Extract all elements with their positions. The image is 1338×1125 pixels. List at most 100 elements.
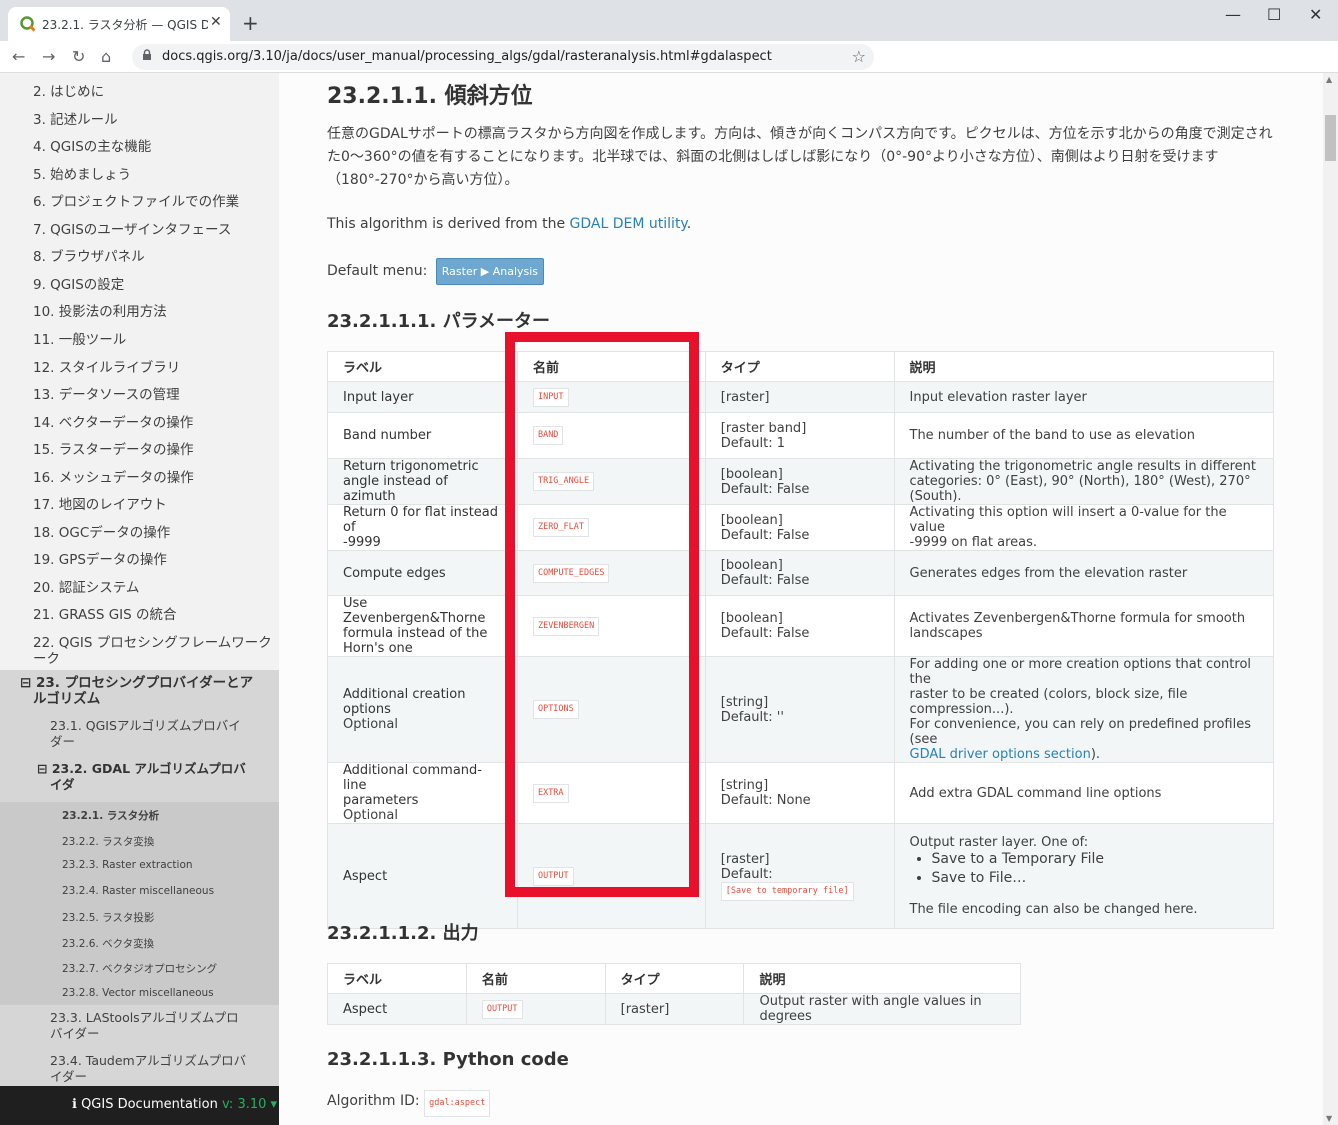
scroll-up-icon[interactable]: ▲ (1326, 75, 1332, 84)
toc-item-23-1-line1[interactable]: 23.1. QGISアルゴリズムプロバイ (50, 718, 241, 734)
toc-item[interactable]: 6. プロジェクトファイルでの作業 (33, 190, 263, 210)
tab-title: 23.2.1. ラスタ分析 — QGIS Docum (42, 18, 208, 32)
toc-item-23-1-line2[interactable]: ダー (50, 734, 75, 750)
toc-item[interactable]: 8. ブラウザパネル (33, 245, 263, 265)
toc-subitem[interactable]: 23.2.8. Vector miscellaneous (62, 987, 214, 999)
toc-subitem[interactable]: 23.2.2. ラスタ変換 (62, 834, 154, 849)
output-options-intro: Output raster layer. One of: (909, 835, 1089, 850)
outputs-table: ラベル 名前 タイプ 説明 Aspect OUTPUT [raster] Output… (327, 963, 1021, 1025)
toc-item-23-2-line2[interactable]: イダ (50, 777, 75, 793)
toc-item[interactable]: 20. 認証システム (33, 576, 263, 596)
output-type: [raster] (604, 993, 745, 1025)
toc-item[interactable]: 5. 始めましょう (33, 163, 263, 183)
toc-item-23-3-line1[interactable]: 23.3. LAStoolsアルゴリズムプロ (50, 1010, 239, 1026)
scrollbar-thumb[interactable] (1325, 115, 1336, 161)
parameter-row: Additional command-line parameters Optiona… (327, 762, 1274, 824)
parameter-type-text: [raster band] (720, 420, 807, 436)
toc-item[interactable]: 11. 一般ツール (33, 328, 263, 348)
output-option: Save to a Temporary File (932, 850, 1259, 869)
parameters-header-cell: ラベル (327, 351, 518, 382)
parameter-type-text: [boolean] (720, 558, 783, 573)
tab-close-icon[interactable]: ✕ (210, 14, 222, 30)
page-scrollbar[interactable]: ▲ ▼ (1323, 73, 1338, 1125)
parameter-label-text: Compute edges (343, 565, 446, 581)
parameters-header-row: ラベル 名前 タイプ 説明 (327, 351, 1274, 382)
close-window-icon[interactable]: ✕ (1309, 5, 1322, 24)
outputs-header-cell: ラベル (327, 963, 467, 994)
algorithm-id: gdal:aspect (424, 1090, 491, 1117)
new-tab-icon[interactable]: + (242, 11, 259, 35)
toc-item-23-line1[interactable]: ⊟ 23. プロセシングプロバイダーとア (20, 675, 253, 691)
minimize-icon[interactable]: — (1225, 5, 1241, 24)
version-switcher[interactable]: ℹ QGIS Documentation v: 3.10 ▾ (0, 1086, 279, 1125)
toc-item-23-3-line2[interactable]: バイダー (50, 1026, 100, 1042)
derived-prefix: This algorithm is derived from the (327, 216, 570, 232)
parameter-type-text: Default: None (720, 793, 811, 808)
parameter-type: [raster band] Default: 1 (704, 412, 895, 459)
parameter-type: [string] Default: None (704, 762, 895, 824)
toc-item[interactable]: 4. QGISの主な機能 (33, 135, 263, 155)
toc-subitem[interactable]: 23.2.7. ベクタジオプロセシング (62, 961, 217, 976)
address-bar[interactable]: docs.qgis.org/3.10/ja/docs/user_manual/p… (132, 44, 874, 70)
parameter-description-text: categories: 0° (East), 90° (North), 180°… (909, 474, 1251, 504)
version-label[interactable]: ℹ QGIS Documentation v: 3.10 ▾ (72, 1097, 277, 1112)
parameter-description-text: landscapes (909, 626, 983, 641)
parameter-label-text: Use Zevenbergen&Thorne (343, 596, 486, 626)
parameter-label-text: -9999 (343, 535, 381, 550)
parameter-row-output: Aspect OUTPUT [raster] Default: [Save to tem… (327, 823, 1274, 929)
browser-tab[interactable]: 23.2.1. ラスタ分析 — QGIS Docum ✕ (8, 7, 230, 41)
toc-subitem[interactable]: 23.2.6. ベクタ変換 (62, 936, 154, 951)
parameter-type-text: Default: False (720, 481, 810, 497)
parameters-body: Input layer INPUT [raster] Input elevation … (327, 381, 1274, 929)
toc-item[interactable]: 3. 記述ルール (33, 108, 263, 128)
toc-item-23-4-line1[interactable]: 23.4. Taudemアルゴリズムプロバ (50, 1053, 246, 1069)
toc-subitem[interactable]: 23.2.3. Raster extraction (62, 859, 193, 871)
toc-subitem[interactable]: 23.2.5. ラスタ投影 (62, 910, 154, 925)
home-icon[interactable]: ⌂ (101, 47, 111, 66)
parameter-label-text: Return 0 for flat instead of (343, 505, 499, 535)
parameter-description-text: The number of the band to use as elevati… (909, 428, 1196, 443)
maximize-icon[interactable]: ☐ (1267, 5, 1281, 24)
toc-item[interactable]: 14. ベクターデータの操作 (33, 411, 263, 431)
toc-subitem[interactable]: 23.2.4. Raster miscellaneous (62, 885, 214, 897)
toc-item[interactable]: 18. OGCデータの操作 (33, 521, 263, 541)
parameter-type-text: [boolean] (720, 611, 783, 626)
parameter-type-text: [raster] (720, 851, 770, 867)
toc-item[interactable]: 9. QGISの設定 (33, 273, 263, 293)
toc-item[interactable]: 10. 投影法の利用方法 (33, 300, 263, 320)
parameters-header-cell: タイプ (704, 351, 895, 382)
back-icon[interactable]: ← (12, 47, 25, 66)
parameter-description: Generates edges from the elevation raste… (893, 550, 1274, 596)
parameter-label-text: Return trigonometric (343, 459, 479, 474)
parameter-label-text: formula instead of the (343, 626, 488, 641)
toc-item-23-line2[interactable]: ルゴリズム (33, 691, 100, 707)
gdal-driver-options-link[interactable]: GDAL driver options section (910, 747, 1091, 762)
toc-item[interactable]: 2. はじめに (33, 80, 263, 100)
reload-icon[interactable]: ↻ (72, 47, 85, 66)
toc-item[interactable]: 19. GPSデータの操作 (33, 548, 263, 568)
toc-item[interactable]: 16. メッシュデータの操作 (33, 466, 263, 486)
toc-item-22-line2[interactable]: ーク (33, 647, 263, 667)
scroll-down-icon[interactable]: ▼ (1326, 1114, 1332, 1123)
default-output-code: [Save to temporary file] (720, 881, 854, 901)
browser-toolbar: ← → ↻ ⌂ docs.qgis.org/3.10/ja/docs/user_… (0, 41, 1338, 73)
toc-subitem-current[interactable]: 23.2.1. ラスタ分析 (62, 808, 159, 823)
toc-item[interactable]: 15. ラスターデータの操作 (33, 438, 263, 458)
toc-item-23-4-line2[interactable]: イダー (50, 1069, 87, 1085)
toc-item[interactable]: 17. 地図のレイアウト (33, 493, 263, 513)
bookmark-star-icon[interactable]: ☆ (852, 47, 866, 66)
output-option: Save to File… (932, 869, 1259, 888)
toc-item[interactable]: 12. スタイルライブラリ (33, 356, 263, 376)
parameter-description: Add extra GDAL command line options (893, 762, 1274, 824)
toc-item[interactable]: 13. データソースの管理 (33, 383, 263, 403)
output-options-list: Save to a Temporary FileSave to File… (932, 850, 1259, 888)
optional-tag: Optional (343, 808, 398, 823)
toc-item[interactable]: 7. QGISのユーザインタフェース (33, 218, 263, 238)
outputs-header-cell: 説明 (743, 963, 1021, 994)
gdal-dem-link[interactable]: GDAL DEM utility (570, 216, 687, 232)
forward-icon[interactable]: → (42, 47, 55, 66)
parameter-description: Activates Zevenbergen&Thorne formula for… (893, 595, 1274, 657)
parameter-description: Activating this option will insert a 0-v… (893, 504, 1274, 551)
toc-item-23-2-line1[interactable]: ⊟ 23.2. GDAL アルゴリズムプロバ (37, 761, 246, 777)
toc-item[interactable]: 21. GRASS GIS の統合 (33, 603, 263, 623)
